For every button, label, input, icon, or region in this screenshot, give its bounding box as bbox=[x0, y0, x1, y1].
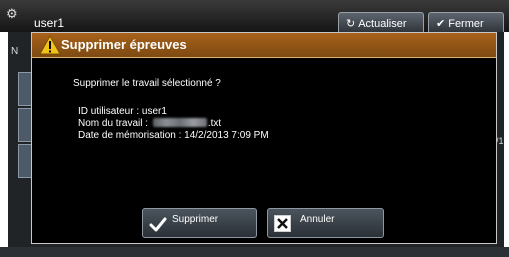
refresh-icon: ↻ bbox=[346, 18, 356, 30]
user-id-line: ID utilisateur : user1 bbox=[78, 106, 167, 117]
background-bottom-strip bbox=[0, 247, 509, 257]
job-name-line: Nom du travail : .txt bbox=[78, 118, 221, 130]
refresh-button[interactable]: ↻ Actualiser bbox=[338, 12, 424, 33]
user-indicator: ⚙ user1 bbox=[6, 6, 66, 31]
confirm-delete-button[interactable]: Supprimer bbox=[142, 208, 257, 238]
user-icon: ⚙ bbox=[6, 6, 18, 21]
check-icon bbox=[149, 217, 167, 232]
confirm-delete-label: Supprimer bbox=[172, 214, 219, 225]
warning-icon bbox=[39, 35, 61, 55]
x-box-icon bbox=[274, 215, 291, 232]
confirmation-message: Supprimer le travail sélectionné ? bbox=[73, 78, 221, 89]
job-name-extension: .txt bbox=[207, 118, 222, 129]
background-letter: N bbox=[11, 46, 19, 57]
stored-date-line: Date de mémorisation : 14/2/2013 7:09 PM bbox=[78, 130, 269, 141]
cancel-label: Annuler bbox=[300, 214, 335, 225]
job-name-label: Nom du travail : bbox=[78, 118, 149, 129]
dialog-title-bar: Supprimer épreuves bbox=[32, 33, 496, 58]
redacted-job-name bbox=[152, 118, 207, 127]
refresh-label: Actualiser bbox=[358, 18, 407, 30]
delete-proof-dialog: Supprimer épreuves Supprimer le travail … bbox=[31, 32, 497, 244]
cancel-button[interactable]: Annuler bbox=[267, 208, 384, 238]
dialog-title: Supprimer épreuves bbox=[61, 37, 187, 52]
close-button[interactable]: ✔ Fermer bbox=[428, 12, 504, 33]
close-label: Fermer bbox=[448, 18, 484, 30]
check-icon: ✔ bbox=[436, 18, 446, 30]
background-header: ⚙ user1 ↻ Actualiser ✔ Fermer bbox=[0, 0, 509, 33]
page-indicator: /1 bbox=[496, 136, 504, 146]
